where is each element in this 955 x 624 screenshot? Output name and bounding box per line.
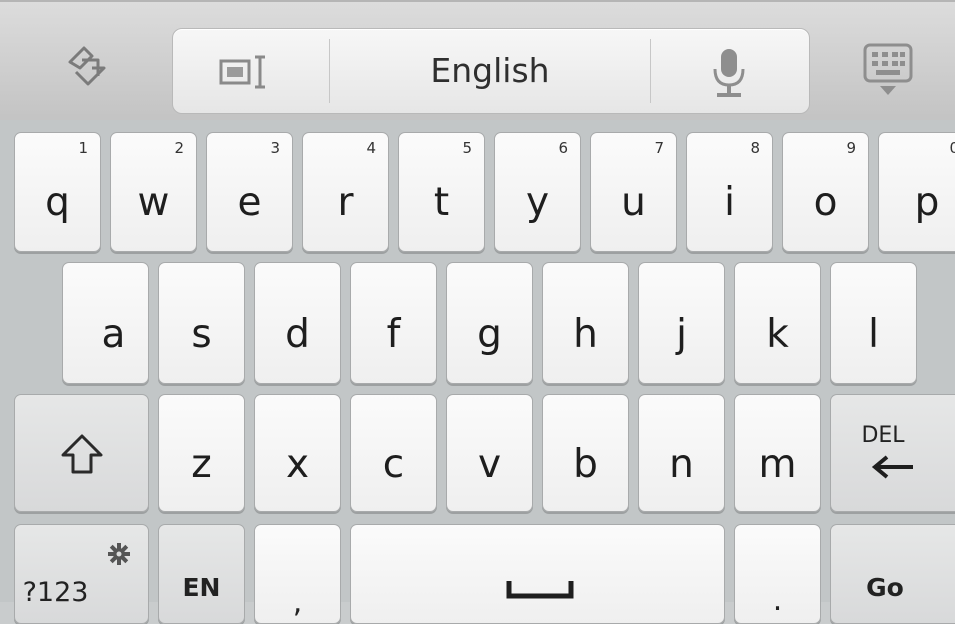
- key-r[interactable]: 4 r: [302, 132, 389, 252]
- key-hint: 4: [366, 139, 376, 157]
- suggestion-toolbar: English: [0, 0, 955, 122]
- key-p[interactable]: 0 p: [878, 132, 955, 252]
- key-d[interactable]: d: [254, 262, 341, 384]
- symbols-key[interactable]: ?123: [14, 524, 149, 624]
- key-label: l: [868, 312, 879, 357]
- key-label: j: [676, 312, 687, 357]
- key-a[interactable]: a: [62, 262, 149, 384]
- key-o[interactable]: 9 o: [782, 132, 869, 252]
- key-q[interactable]: 1 q: [14, 132, 101, 252]
- key-label: k: [766, 312, 789, 357]
- key-label: s: [191, 312, 212, 357]
- language-label: English: [430, 51, 550, 90]
- key-n[interactable]: n: [638, 394, 725, 512]
- key-label: h: [573, 312, 598, 357]
- comma-label: ,: [292, 585, 303, 620]
- key-g[interactable]: g: [446, 262, 533, 384]
- key-label: o: [813, 180, 838, 225]
- key-hint: 2: [174, 139, 184, 157]
- key-label: b: [573, 442, 598, 487]
- key-label: z: [191, 442, 212, 487]
- swype-logo-icon: [68, 46, 106, 86]
- key-t[interactable]: 5 t: [398, 132, 485, 252]
- key-label: e: [237, 180, 262, 225]
- period-key[interactable]: .: [734, 524, 821, 624]
- key-label: d: [285, 312, 310, 357]
- go-label: Go: [866, 573, 904, 602]
- gear-icon: [108, 543, 130, 565]
- key-label: g: [477, 312, 502, 357]
- key-label: t: [433, 180, 450, 225]
- key-label: f: [386, 312, 401, 357]
- key-label: p: [914, 180, 940, 225]
- swype-button[interactable]: [0, 2, 172, 122]
- key-label: q: [45, 180, 70, 225]
- key-e[interactable]: 3 e: [206, 132, 293, 252]
- key-j[interactable]: j: [638, 262, 725, 384]
- hide-keyboard-button[interactable]: [810, 2, 955, 122]
- key-label: x: [285, 442, 310, 487]
- comma-key[interactable]: ,: [254, 524, 341, 624]
- language-key-label: EN: [182, 573, 221, 602]
- space-key[interactable]: [350, 524, 725, 624]
- delete-key[interactable]: DEL: [830, 394, 955, 512]
- key-k[interactable]: k: [734, 262, 821, 384]
- keyboard: 1 q 2 w 3 e 4 r 5 t 6 y 7 u 8 i 9 o 0 p …: [0, 120, 955, 624]
- backspace-arrow-icon: [871, 455, 913, 479]
- go-key[interactable]: Go: [830, 524, 955, 624]
- key-label: w: [137, 180, 170, 225]
- symbols-label: ?123: [22, 577, 89, 608]
- key-v[interactable]: v: [446, 394, 533, 512]
- shift-key[interactable]: [14, 394, 149, 512]
- key-c[interactable]: c: [350, 394, 437, 512]
- key-hint: 6: [558, 139, 568, 157]
- text-cursor-icon: [219, 55, 265, 89]
- edit-button[interactable]: [173, 29, 329, 113]
- key-m[interactable]: m: [734, 394, 821, 512]
- key-hint: 1: [78, 139, 88, 157]
- key-s[interactable]: s: [158, 262, 245, 384]
- key-l[interactable]: l: [830, 262, 917, 384]
- key-label: c: [382, 442, 405, 487]
- language-key[interactable]: EN: [158, 524, 245, 624]
- key-label: a: [101, 312, 126, 357]
- key-hint: 3: [270, 139, 280, 157]
- key-label: r: [337, 180, 354, 225]
- key-w[interactable]: 2 w: [110, 132, 197, 252]
- key-label: u: [621, 180, 646, 225]
- period-label: .: [772, 583, 783, 618]
- shift-arrow-icon: [61, 434, 103, 474]
- key-y[interactable]: 6 y: [494, 132, 581, 252]
- key-b[interactable]: b: [542, 394, 629, 512]
- language-selector[interactable]: English: [330, 29, 650, 113]
- microphone-icon: [713, 49, 745, 97]
- key-x[interactable]: x: [254, 394, 341, 512]
- key-hint: 0: [949, 139, 955, 157]
- space-bar-icon: [506, 581, 574, 599]
- key-label: m: [758, 442, 797, 487]
- key-label: v: [477, 442, 502, 487]
- key-f[interactable]: f: [350, 262, 437, 384]
- key-hint: 7: [654, 139, 664, 157]
- key-hint: 5: [462, 139, 472, 157]
- language-bar: English: [172, 28, 810, 114]
- del-label: DEL: [861, 423, 905, 448]
- key-label: n: [669, 442, 694, 487]
- key-h[interactable]: h: [542, 262, 629, 384]
- voice-input-button[interactable]: [651, 29, 809, 113]
- key-hint: 8: [750, 139, 760, 157]
- key-i[interactable]: 8 i: [686, 132, 773, 252]
- key-hint: 9: [846, 139, 856, 157]
- key-z[interactable]: z: [158, 394, 245, 512]
- key-u[interactable]: 7 u: [590, 132, 677, 252]
- keyboard-hide-icon: [863, 43, 913, 95]
- key-label: i: [724, 180, 735, 225]
- key-label: y: [525, 180, 550, 225]
